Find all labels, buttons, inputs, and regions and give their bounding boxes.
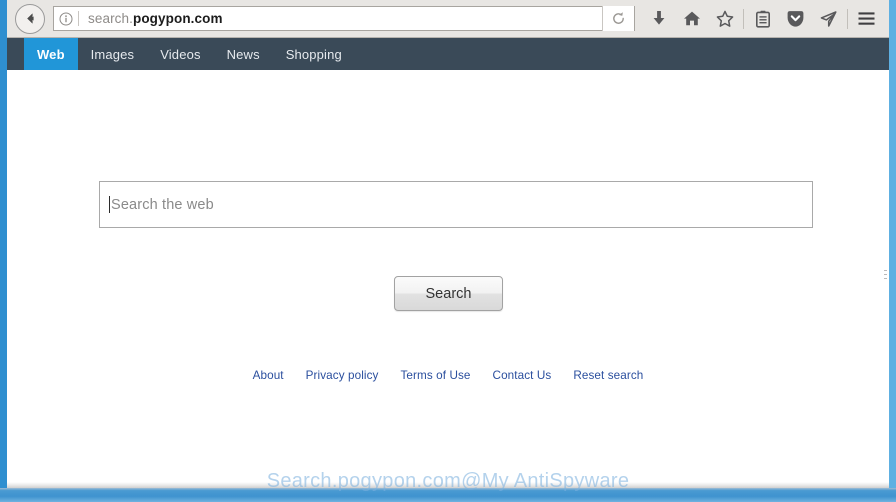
- bookmark-star-icon: [716, 10, 733, 27]
- nav-tab-videos-label: Videos: [160, 46, 201, 62]
- browser-toolbar: search.pogypon.com: [7, 0, 889, 38]
- bottom-accent-bar: [0, 488, 896, 502]
- browser-viewport: search.pogypon.com Web Images Videos New…: [7, 0, 889, 490]
- site-info-icon[interactable]: [54, 12, 78, 26]
- footer-link-about[interactable]: About: [253, 369, 284, 382]
- site-nav-bar: Web Images Videos News Shopping: [7, 38, 889, 70]
- search-input[interactable]: Search the web: [99, 181, 813, 228]
- nav-tab-news[interactable]: News: [214, 38, 273, 70]
- home-icon-button[interactable]: [675, 4, 708, 34]
- url-text: search.pogypon.com: [79, 11, 602, 26]
- hamburger-menu-icon: [858, 12, 875, 25]
- search-input-placeholder: Search the web: [111, 196, 214, 213]
- footer-link-terms-of-use[interactable]: Terms of Use: [400, 369, 470, 382]
- download-icon-button[interactable]: [642, 4, 675, 34]
- url-domain: pogypon.com: [132, 11, 223, 26]
- reload-button[interactable]: [602, 6, 634, 31]
- page-content: Search the web Search About Privacy poli…: [7, 70, 889, 489]
- nav-tab-shopping[interactable]: Shopping: [273, 38, 355, 70]
- nav-tab-shopping-label: Shopping: [285, 46, 342, 62]
- nav-tab-web[interactable]: Web: [24, 38, 78, 70]
- footer-link-contact-us[interactable]: Contact Us: [493, 369, 552, 382]
- nav-tab-news-label: News: [226, 46, 260, 62]
- url-prefix: search.: [88, 11, 133, 26]
- bookmark-star-icon-button[interactable]: [708, 4, 741, 34]
- pocket-icon: [787, 10, 804, 27]
- footer-links: About Privacy policy Terms of Use Contac…: [7, 369, 889, 382]
- toolbar-divider: [743, 8, 744, 29]
- download-icon: [653, 11, 664, 25]
- nav-tab-web-label: Web: [37, 46, 65, 62]
- library-icon-button[interactable]: [746, 4, 779, 34]
- library-icon: [755, 10, 770, 28]
- pocket-icon-button[interactable]: [779, 4, 812, 34]
- send-tab-icon: [820, 10, 837, 27]
- search-button[interactable]: Search: [394, 276, 503, 311]
- footer-link-privacy-policy[interactable]: Privacy policy: [306, 369, 379, 382]
- scrollbar-ticks[interactable]: [884, 270, 888, 284]
- home-icon: [683, 11, 700, 26]
- browser-window: search.pogypon.com Web Images Videos New…: [0, 0, 896, 502]
- url-bar[interactable]: search.pogypon.com: [53, 6, 635, 31]
- back-button[interactable]: [15, 3, 45, 34]
- info-circle-icon: [59, 12, 73, 25]
- footer-link-reset-search[interactable]: Reset search: [573, 369, 643, 382]
- toolbar-icon-group: [642, 4, 889, 34]
- hamburger-menu-icon-button[interactable]: [850, 4, 883, 34]
- back-arrow-icon: [26, 13, 34, 24]
- send-tab-icon-button[interactable]: [812, 4, 845, 34]
- nav-tab-videos[interactable]: Videos: [147, 38, 213, 70]
- nav-tab-images-label: Images: [90, 46, 135, 62]
- toolbar-divider-2: [847, 8, 848, 29]
- reload-icon: [613, 12, 624, 24]
- nav-tab-images[interactable]: Images: [78, 38, 148, 70]
